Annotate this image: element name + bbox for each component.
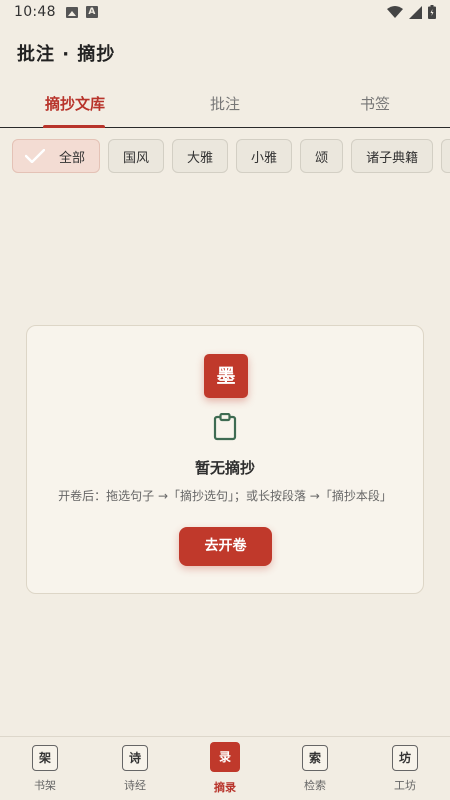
chip-xiaoya[interactable]: 小雅 bbox=[236, 139, 293, 173]
chip-more[interactable] bbox=[441, 139, 450, 173]
tab-bar: 摘抄文库 批注 书签 bbox=[0, 84, 450, 128]
nav-label: 诗经 bbox=[124, 779, 146, 792]
bookshelf-icon: 架 bbox=[32, 745, 58, 771]
nav-label: 摘录 bbox=[214, 781, 236, 794]
bottom-nav: 架 书架 诗 诗经 录 摘录 索 检索 坊 工坊 bbox=[0, 736, 450, 800]
image-notification-icon bbox=[65, 6, 78, 18]
search-icon: 索 bbox=[302, 745, 328, 771]
nav-label: 工坊 bbox=[394, 779, 416, 792]
chip-label: 颂 bbox=[315, 150, 329, 166]
chip-label: 大雅 bbox=[187, 150, 214, 166]
nav-bookshelf[interactable]: 架 书架 bbox=[0, 737, 90, 800]
nav-label: 检索 bbox=[304, 779, 326, 792]
chip-label: 小雅 bbox=[251, 150, 278, 166]
ink-seal-icon: 墨 bbox=[204, 354, 248, 398]
poetry-icon: 诗 bbox=[122, 745, 148, 771]
workshop-icon: 坊 bbox=[392, 745, 418, 771]
a-notification-icon: A bbox=[85, 6, 98, 18]
empty-state-title: 暂无摘抄 bbox=[194, 459, 255, 477]
checkmark-icon bbox=[25, 149, 45, 163]
excerpts-icon: 录 bbox=[210, 742, 240, 772]
start-reading-button[interactable]: 去开卷 bbox=[179, 527, 272, 566]
battery-icon bbox=[428, 5, 436, 19]
clipboard-icon bbox=[213, 413, 237, 441]
empty-state-hint: 开卷后：拖选句子 →「摘抄选句」；或长按段落 →「摘抄本段」 bbox=[58, 489, 392, 503]
chip-label: 诸子典籍 bbox=[366, 150, 419, 166]
chip-all[interactable]: 全部 bbox=[12, 139, 101, 173]
chip-song[interactable]: 颂 bbox=[300, 139, 344, 173]
status-time: 10:48 bbox=[14, 4, 56, 20]
cellular-signal-icon bbox=[409, 5, 422, 19]
tab-bookmarks[interactable]: 书签 bbox=[300, 84, 450, 127]
status-bar: 10:48 A bbox=[0, 0, 450, 24]
chip-daya[interactable]: 大雅 bbox=[172, 139, 229, 173]
nav-excerpts[interactable]: 录 摘录 bbox=[180, 737, 270, 800]
empty-state-card: 墨 暂无摘抄 开卷后：拖选句子 →「摘抄选句」；或长按段落 →「摘抄本段」 去开… bbox=[26, 325, 424, 594]
nav-search[interactable]: 索 检索 bbox=[270, 737, 360, 800]
nav-shijing[interactable]: 诗 诗经 bbox=[90, 737, 180, 800]
chip-guofeng[interactable]: 国风 bbox=[108, 139, 165, 173]
chip-label: 全部 bbox=[59, 150, 86, 166]
tab-excerpt-library[interactable]: 摘抄文库 bbox=[0, 84, 150, 128]
tab-annotations[interactable]: 批注 bbox=[150, 84, 300, 127]
page-title: 批注 · 摘抄 bbox=[17, 44, 116, 65]
chip-label: 国风 bbox=[123, 150, 150, 166]
nav-workshop[interactable]: 坊 工坊 bbox=[360, 737, 450, 800]
nav-label: 书架 bbox=[34, 779, 56, 792]
chip-zhuzi-classics[interactable]: 诸子典籍 bbox=[351, 139, 434, 173]
category-filter-bar: 全部 国风 大雅 小雅 颂 诸子典籍 bbox=[12, 139, 450, 173]
wifi-icon bbox=[387, 5, 403, 18]
